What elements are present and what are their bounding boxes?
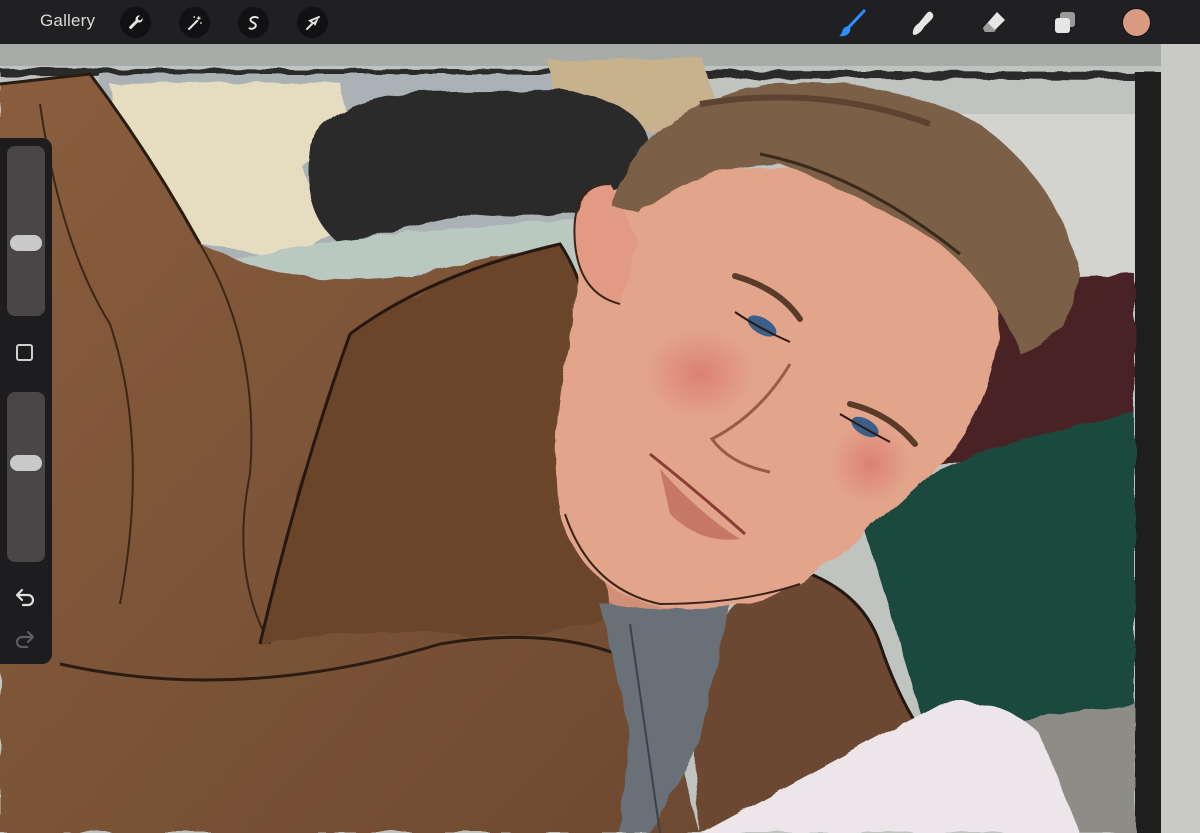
selection-s-icon: [248, 15, 259, 30]
gallery-button[interactable]: Gallery: [40, 11, 95, 31]
eraser-tool-button[interactable]: [977, 6, 1011, 40]
drawing-canvas[interactable]: [0, 44, 1200, 833]
eraser-icon: [983, 12, 1005, 32]
wrench-icon: [128, 14, 143, 29]
square-modify-icon[interactable]: [16, 344, 33, 361]
arrow-cursor-icon: [305, 15, 320, 30]
magic-wand-icon: [187, 15, 202, 30]
opacity-slider[interactable]: [7, 392, 45, 562]
color-picker-button[interactable]: [1123, 9, 1150, 36]
transform-button[interactable]: [297, 7, 328, 38]
artwork: [0, 44, 1200, 833]
selection-button[interactable]: [238, 7, 269, 38]
top-toolbar: Gallery: [0, 0, 1200, 44]
actions-button[interactable]: [120, 7, 151, 38]
smudge-tool-button[interactable]: [906, 6, 940, 40]
undo-button[interactable]: [13, 586, 37, 608]
brush-icon: [839, 9, 866, 37]
brush-size-slider[interactable]: [7, 146, 45, 316]
brush-tool-button[interactable]: [835, 6, 869, 40]
smudge-finger-icon: [912, 11, 934, 35]
layers-button[interactable]: [1048, 6, 1082, 40]
undo-icon: [15, 588, 35, 607]
redo-icon: [15, 630, 35, 649]
layers-icon: [1055, 12, 1075, 33]
brush-size-handle[interactable]: [10, 235, 42, 251]
left-sidebar: [0, 138, 52, 664]
opacity-handle[interactable]: [10, 455, 42, 471]
adjustments-button[interactable]: [179, 7, 210, 38]
redo-button[interactable]: [13, 628, 37, 650]
